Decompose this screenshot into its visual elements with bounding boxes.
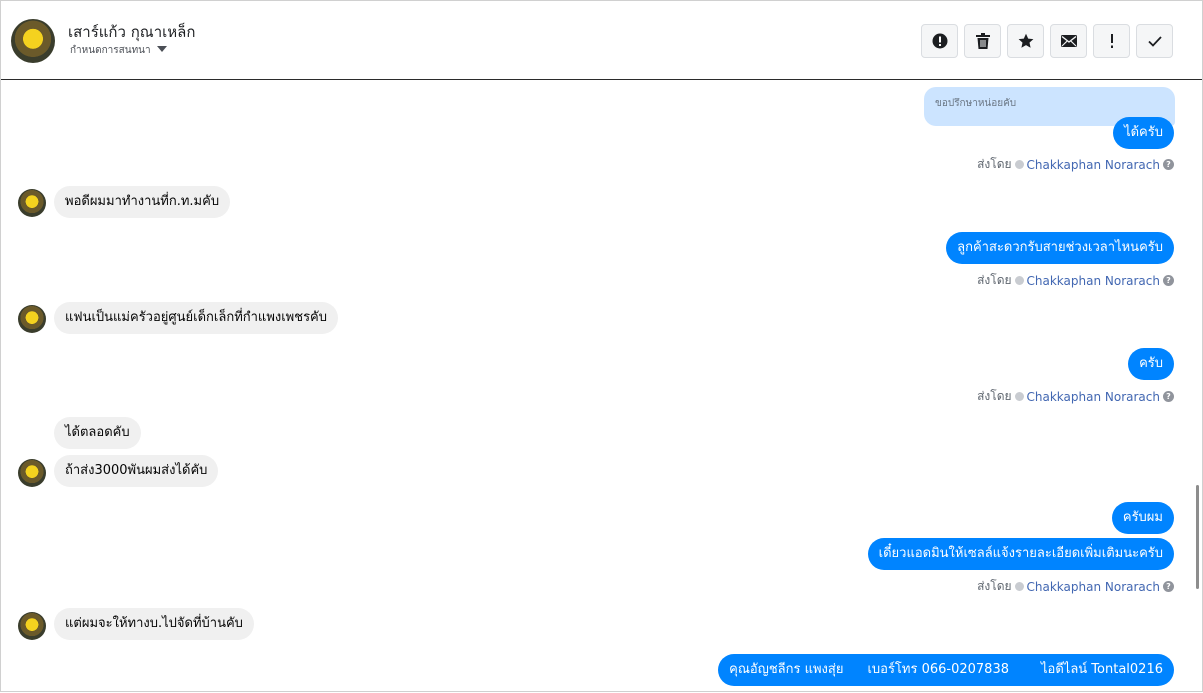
contact-avatar-small[interactable] — [18, 459, 46, 487]
sent-by-label: ส่งโดย — [977, 273, 1012, 287]
conversation-header: เสาร์แก้ว กุณาเหล็ก กำหนดการสนทนา — [1, 1, 1202, 80]
conversation-label[interactable]: กำหนดการสนทนา — [70, 43, 151, 58]
sent-by-label: ส่งโดย — [977, 389, 1012, 403]
incoming-message[interactable]: ได้ตลอดคับ — [54, 417, 141, 449]
scrollbar-thumb[interactable] — [1196, 485, 1199, 589]
sent-by-line: ส่งโดย Chakkaphan Norarach ? — [977, 271, 1174, 290]
help-icon[interactable]: ? — [1163, 581, 1174, 592]
incoming-message[interactable]: แต่ผมจะให้ทางบ.ไปจัดที่บ้านคับ — [54, 608, 254, 640]
sent-by-line: ส่งโดย Chakkaphan Norarach ? — [977, 155, 1174, 174]
alert-circle-icon — [932, 33, 947, 49]
outgoing-message[interactable]: เดี๋ยวแอดมินให้เซลล์แจ้งรายละเอียดเพิ่มเ… — [867, 538, 1174, 570]
check-icon — [1147, 35, 1162, 47]
agent-link[interactable]: Chakkaphan Norarach — [1027, 274, 1160, 288]
contact-avatar[interactable] — [11, 19, 55, 63]
sent-by-label: ส่งโดย — [977, 579, 1012, 593]
outgoing-message[interactable]: ครับผม — [1111, 502, 1174, 534]
trash-icon — [975, 33, 990, 49]
agent-link[interactable]: Chakkaphan Norarach — [1027, 158, 1160, 172]
message-thread[interactable]: ขอปรึกษาหน่อยคับ ได้ครับ ส่งโดย Chakkaph… — [1, 81, 1195, 693]
check-circle-icon — [1014, 276, 1024, 285]
envelope-icon — [1060, 35, 1077, 47]
caret-down-icon[interactable] — [157, 46, 167, 52]
outgoing-message[interactable]: ได้ครับ — [1113, 117, 1174, 149]
follow-up-button[interactable] — [1093, 24, 1130, 58]
help-icon[interactable]: ? — [1163, 391, 1174, 402]
contact-name[interactable]: เสาร์แก้ว กุณาเหล็ก — [68, 20, 195, 44]
star-icon — [1018, 33, 1033, 48]
outgoing-message[interactable]: คุณอัญชลีกร แพงสุ่ย เบอร์โทร 066-0207838 ไ… — [718, 654, 1174, 686]
agent-link[interactable]: Chakkaphan Norarach — [1027, 580, 1160, 594]
contact-avatar-small[interactable] — [18, 189, 46, 217]
check-circle-icon — [1014, 392, 1024, 401]
delete-button[interactable] — [964, 24, 1001, 58]
contact-avatar-small[interactable] — [18, 305, 46, 333]
incoming-message[interactable]: ถ้าส่ง3000พันผมส่งได้คับ — [54, 455, 219, 487]
message-part: คุณอัญชลีกร แพงสุ่ย — [729, 662, 844, 677]
exclamation-icon — [1110, 34, 1113, 48]
reply-preview-text: ขอปรึกษาหน่อยคับ — [935, 98, 1017, 109]
message-part: เบอร์โทร 066-0207838 — [867, 662, 1009, 677]
star-button[interactable] — [1007, 24, 1044, 58]
sent-by-label: ส่งโดย — [977, 157, 1012, 171]
help-icon[interactable]: ? — [1163, 159, 1174, 170]
mark-done-button[interactable] — [1136, 24, 1173, 58]
message-part: ไอดีไลน์ Tontal0216 — [1041, 662, 1163, 677]
mark-unread-button[interactable] — [1050, 24, 1087, 58]
outgoing-message[interactable]: ลูกค้าสะดวกรับสายช่วงเวลาไหนครับ — [946, 232, 1174, 264]
check-circle-icon — [1014, 582, 1024, 591]
sent-by-line: ส่งโดย Chakkaphan Norarach ? — [977, 577, 1174, 596]
sent-by-line: ส่งโดย Chakkaphan Norarach ? — [977, 387, 1174, 406]
agent-link[interactable]: Chakkaphan Norarach — [1027, 390, 1160, 404]
help-icon[interactable]: ? — [1163, 275, 1174, 286]
check-circle-icon — [1014, 160, 1024, 169]
outgoing-message[interactable]: ครับ — [1128, 348, 1174, 380]
contact-avatar-small[interactable] — [18, 612, 46, 640]
incoming-message[interactable]: แฟนเป็นแม่ครัวอยู่ศูนย์เด็กเล็กที่กำแพงเ… — [54, 302, 338, 334]
incoming-message[interactable]: พอดีผมมาทำงานที่ก.ท.มคับ — [54, 186, 231, 218]
mark-spam-button[interactable] — [921, 24, 958, 58]
